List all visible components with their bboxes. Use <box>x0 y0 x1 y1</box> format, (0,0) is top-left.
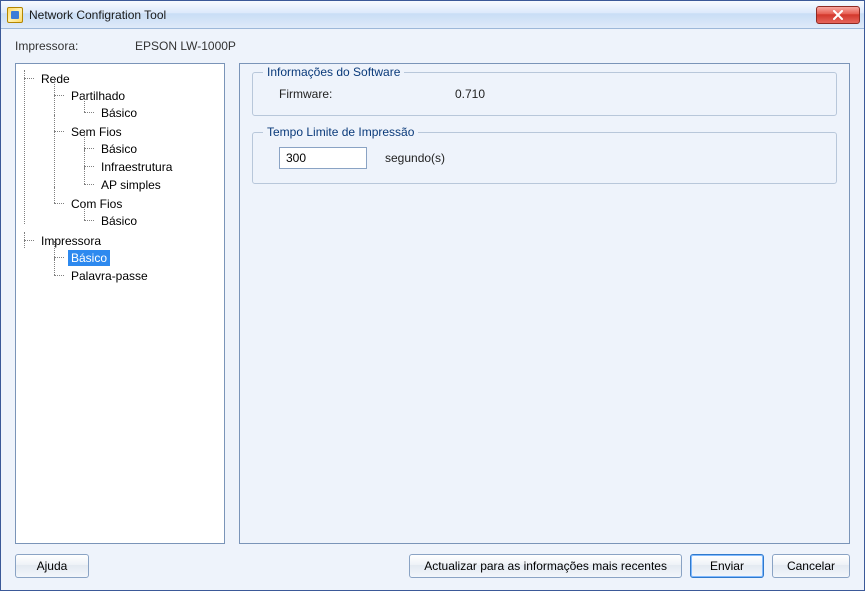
group-software-info-legend: Informações do Software <box>263 65 404 79</box>
app-icon <box>7 7 23 23</box>
app-window: Network Configration Tool Impressora: EP… <box>0 0 865 591</box>
help-button[interactable]: Ajuda <box>15 554 89 578</box>
refresh-button[interactable]: Actualizar para as informações mais rece… <box>409 554 682 578</box>
tree-node-impressora-passe[interactable]: Palavra-passe <box>68 268 151 284</box>
window-title: Network Configration Tool <box>29 8 166 22</box>
titlebar: Network Configration Tool <box>1 1 864 29</box>
tree-node-semfios[interactable]: Sem Fios <box>68 124 125 140</box>
tree-node-semfios-basico[interactable]: Básico <box>98 141 140 157</box>
tree-node-impressora[interactable]: Impressora <box>38 233 104 249</box>
tree-node-semfios-infra[interactable]: Infraestrutura <box>98 159 175 175</box>
detail-panel: Informações do Software Firmware: 0.710 … <box>239 63 850 544</box>
tree-node-comfios-basico[interactable]: Básico <box>98 213 140 229</box>
timeout-unit: segundo(s) <box>385 151 445 165</box>
timeout-row: segundo(s) <box>267 147 822 169</box>
tree-panel[interactable]: Rede Partilhado Básico Sem Fios <box>15 63 225 544</box>
printer-value: EPSON LW-1000P <box>135 39 236 53</box>
timeout-input[interactable] <box>279 147 367 169</box>
printer-header: Impressora: EPSON LW-1000P <box>15 39 850 53</box>
client-area: Impressora: EPSON LW-1000P Rede Partilha… <box>1 29 864 590</box>
button-row: Ajuda Actualizar para as informações mai… <box>15 554 850 578</box>
printer-label: Impressora: <box>15 39 135 53</box>
cancel-button[interactable]: Cancelar <box>772 554 850 578</box>
firmware-value: 0.710 <box>455 87 485 101</box>
tree-node-impressora-basico[interactable]: Básico <box>68 250 110 266</box>
group-software-info: Informações do Software Firmware: 0.710 <box>252 72 837 116</box>
close-icon <box>832 10 844 20</box>
tree-node-comfios[interactable]: Com Fios <box>68 196 125 212</box>
send-button[interactable]: Enviar <box>690 554 764 578</box>
group-timeout: Tempo Limite de Impressão segundo(s) <box>252 132 837 184</box>
close-button[interactable] <box>816 6 860 24</box>
tree-node-partilhado[interactable]: Partilhado <box>68 88 128 104</box>
firmware-label: Firmware: <box>267 87 447 101</box>
content-row: Rede Partilhado Básico Sem Fios <box>15 63 850 544</box>
group-timeout-legend: Tempo Limite de Impressão <box>263 125 418 139</box>
tree-node-rede[interactable]: Rede <box>38 71 73 87</box>
firmware-row: Firmware: 0.710 <box>267 87 822 101</box>
tree-node-partilhado-basico[interactable]: Básico <box>98 105 140 121</box>
tree-node-semfios-ap[interactable]: AP simples <box>98 177 164 193</box>
